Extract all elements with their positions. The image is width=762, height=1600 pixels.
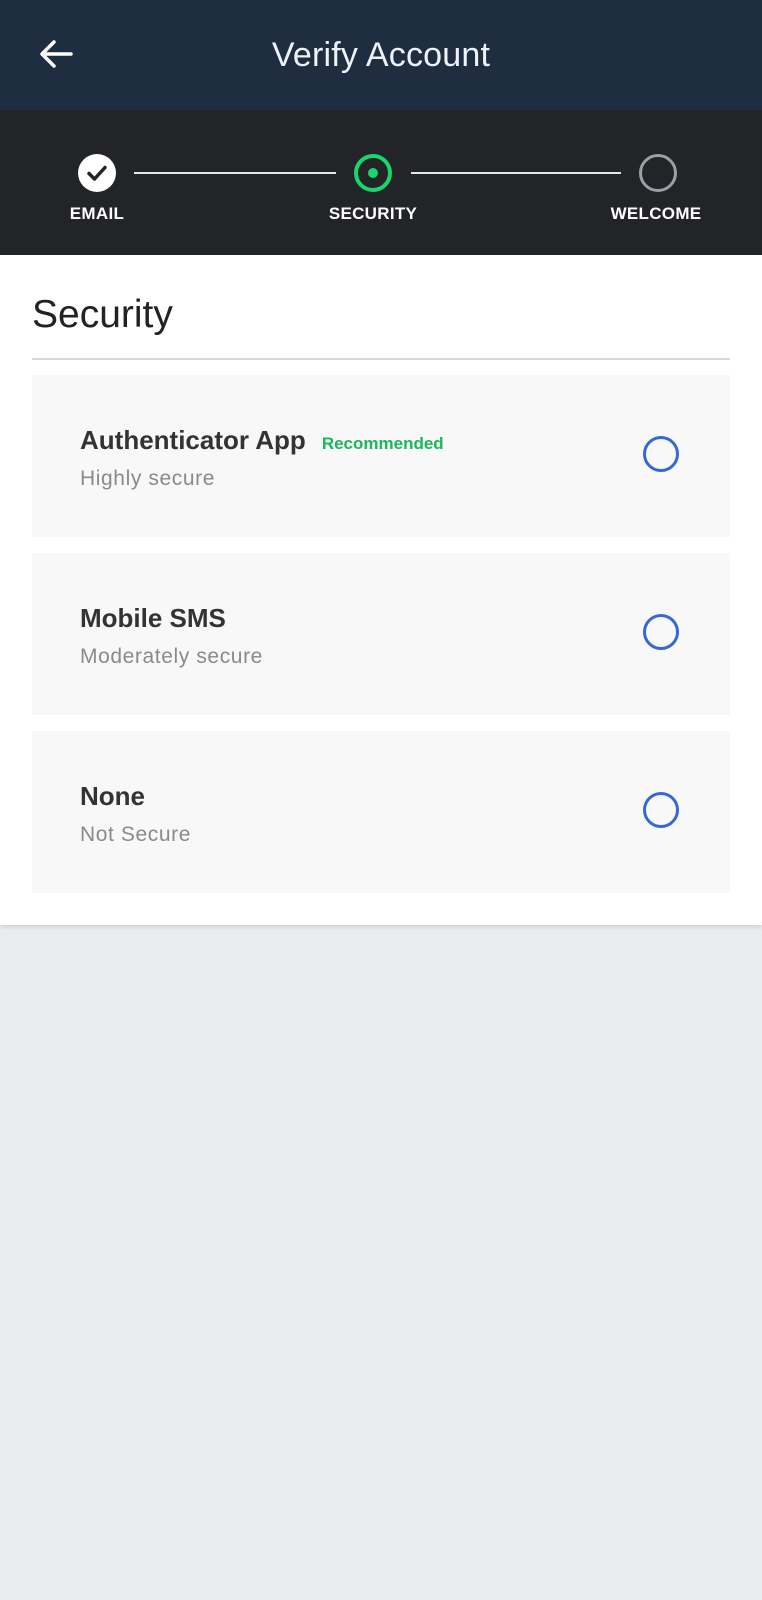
step-label-security: SECURITY [328,204,418,223]
option-mobile-sms[interactable]: Mobile SMS Moderately secure [32,553,730,715]
back-button[interactable] [34,32,78,76]
option-authenticator-app[interactable]: Authenticator App Recommended Highly sec… [32,375,730,537]
option-title-row: Authenticator App Recommended [80,425,444,456]
empty-ring-icon [639,154,677,192]
app-bar: Verify Account [0,0,762,110]
dot-ring-icon [354,154,392,192]
step-welcome: WELCOME [556,110,756,255]
option-title: None [80,781,145,811]
section-title: Security [32,293,173,336]
recommended-badge: Recommended [321,434,444,453]
check-icon [78,154,116,192]
step-security: SECURITY [273,110,473,255]
progress-stepper: EMAIL SECURITY WELCOME [0,110,762,255]
radio-button[interactable] [643,614,679,650]
arrow-left-icon [40,40,73,68]
radio-button[interactable] [643,436,679,472]
step-label-email: EMAIL [69,204,125,223]
option-none[interactable]: None Not Secure [32,731,730,893]
step-label-welcome: WELCOME [610,204,702,223]
option-title: Mobile SMS [80,603,226,633]
radio-button[interactable] [643,792,679,828]
divider [32,358,730,360]
option-title-row: None [80,781,145,812]
option-title: Authenticator App [80,425,306,455]
security-panel: Security Authenticator App Recommended H… [0,255,762,925]
option-subtitle: Moderately secure [80,645,263,668]
option-subtitle: Highly secure [80,467,216,490]
option-subtitle: Not Secure [80,823,192,846]
page-title: Verify Account [271,35,491,74]
step-email: EMAIL [0,110,197,255]
option-title-row: Mobile SMS [80,603,226,634]
